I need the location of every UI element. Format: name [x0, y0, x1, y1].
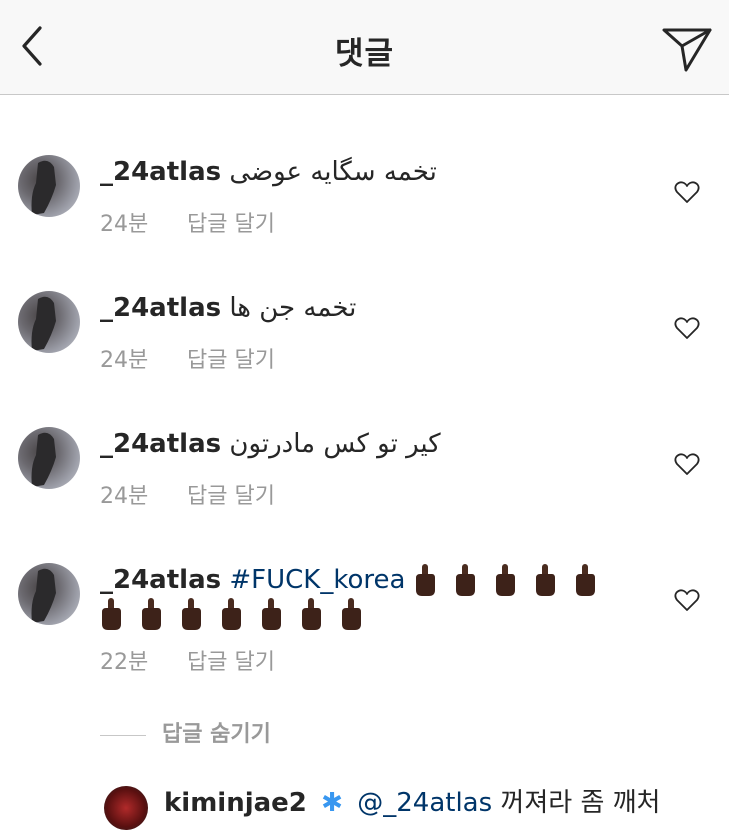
comment-username[interactable]: kiminjae2 [164, 788, 307, 818]
avatar[interactable] [18, 155, 80, 217]
comment-username[interactable]: _24atlas [100, 293, 221, 323]
middle-finger-emoji [575, 564, 595, 596]
middle-finger-emoji [182, 598, 201, 630]
verified-badge-icon: ✱ [321, 788, 343, 818]
reply-comment-item: kiminjae2 ✱ @_24atlas 꺼져라 좀 깨처 [104, 786, 729, 830]
avatar[interactable] [104, 786, 148, 830]
share-button[interactable] [660, 24, 714, 74]
comment-username[interactable]: _24atlas [100, 565, 221, 595]
comment-text: 꺼져라 좀 깨처 [500, 788, 661, 818]
middle-finger-emoji [415, 564, 435, 596]
avatar[interactable] [18, 563, 80, 625]
mention-link[interactable]: @_24atlas [357, 788, 492, 818]
header-bar: 댓글 [0, 0, 729, 95]
comment-username[interactable]: _24atlas [100, 157, 221, 187]
hide-replies-label: 답글 숨기기 [162, 722, 271, 747]
comment-time: 22분 [100, 650, 149, 675]
middle-finger-emoji [102, 598, 121, 630]
comment-username[interactable]: _24atlas [100, 429, 221, 459]
hashtag-link[interactable]: #FUCK_korea [229, 565, 405, 595]
middle-finger-emoji [262, 598, 281, 630]
reply-button[interactable]: 답글 달기 [187, 348, 275, 373]
reply-button[interactable]: 답글 달기 [187, 484, 275, 509]
emoji-group [100, 596, 380, 632]
comment-text: کیر تو کس مادرتون [229, 429, 441, 459]
heart-outline-icon[interactable] [674, 452, 700, 476]
page-title: 댓글 [334, 36, 395, 72]
middle-finger-emoji [222, 598, 241, 630]
heart-outline-icon[interactable] [674, 588, 700, 612]
hide-replies-button[interactable]: 답글 숨기기 [100, 716, 271, 747]
comment-time: 24분 [100, 484, 149, 509]
middle-finger-emoji [302, 598, 321, 630]
comment-time: 24분 [100, 348, 149, 373]
emoji-group [414, 562, 614, 598]
heart-outline-icon[interactable] [674, 316, 700, 340]
middle-finger-emoji [342, 598, 361, 630]
middle-finger-emoji [535, 564, 555, 596]
paper-plane-icon [662, 28, 712, 72]
middle-finger-emoji [142, 598, 161, 630]
comment-time: 24분 [100, 212, 149, 237]
comment-text: تخمه سگایه عوضی [229, 157, 437, 187]
middle-finger-emoji [495, 564, 515, 596]
reply-button[interactable]: 답글 달기 [187, 212, 275, 237]
comment-text: تخمه جن ها [229, 293, 357, 323]
avatar[interactable] [18, 291, 80, 353]
divider [100, 734, 146, 736]
avatar[interactable] [18, 427, 80, 489]
middle-finger-emoji [455, 564, 475, 596]
heart-outline-icon[interactable] [674, 180, 700, 204]
reply-button[interactable]: 답글 달기 [187, 650, 275, 675]
